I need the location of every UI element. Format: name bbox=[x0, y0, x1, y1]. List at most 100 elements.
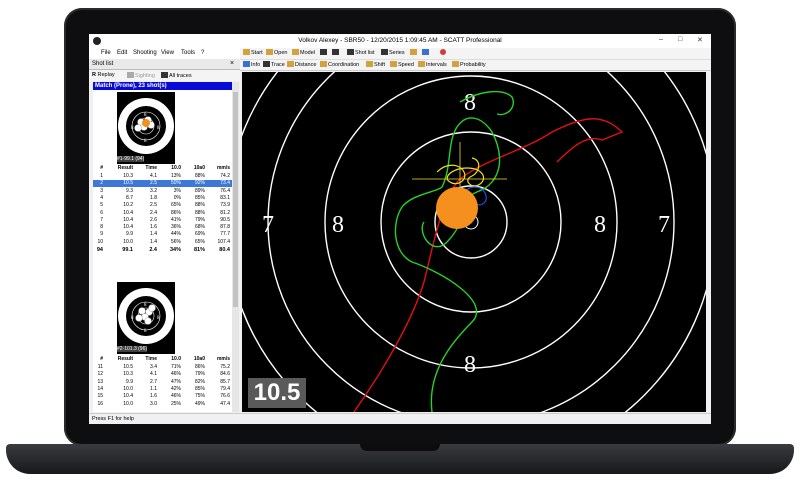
panel-close-button[interactable]: × bbox=[230, 60, 234, 67]
table-cell: 3 bbox=[100, 187, 103, 194]
window-title: Volkov Alexey - SBR50 - 12/20/2015 1:09:… bbox=[298, 37, 502, 44]
speed-tab[interactable]: Speed bbox=[390, 61, 414, 68]
probability-tab[interactable]: Probability bbox=[452, 61, 486, 68]
sighting-button[interactable]: Sighting bbox=[127, 72, 155, 79]
series-1-target[interactable]: 8 8 8 8 #1-99.1 (94) bbox=[117, 92, 175, 164]
table-row[interactable]: 7 10.4 2.6 41% 79% 90.5 bbox=[93, 217, 232, 224]
all-traces-button[interactable]: All traces bbox=[161, 72, 192, 79]
table-cell: 4.1 bbox=[150, 173, 157, 179]
table-cell: 86% bbox=[194, 364, 205, 370]
gear-icon bbox=[332, 49, 339, 55]
table-cell: 1 bbox=[100, 173, 103, 179]
table-cell: 73.9 bbox=[220, 202, 230, 209]
table-cell: 41% bbox=[170, 216, 181, 223]
col-speed: mm/s bbox=[216, 165, 230, 171]
minimize-button[interactable]: – bbox=[659, 36, 663, 43]
stop-button[interactable] bbox=[440, 49, 447, 56]
col-result: Result bbox=[117, 165, 133, 171]
export-button[interactable] bbox=[410, 49, 418, 56]
close-button[interactable]: ✕ bbox=[697, 36, 703, 44]
camera-icon bbox=[422, 49, 429, 55]
table-cell: 1.4 bbox=[150, 231, 157, 238]
table-row[interactable]: 1 10.3 4.1 13% 88% 74.2 bbox=[93, 173, 232, 180]
table-row[interactable]: 15 10.4 1.6 46% 75% 76.6 bbox=[93, 393, 232, 400]
table-row[interactable]: 12 10.3 4.1 46% 79% 84.6 bbox=[93, 371, 232, 378]
main-toolbar: Start Open Model Shot list Series bbox=[240, 48, 711, 60]
settings-button[interactable] bbox=[332, 49, 340, 56]
table-row[interactable]: 4 8.7 1.8 0% 85% 83.1 bbox=[93, 195, 232, 202]
table-row[interactable]: 16 10.0 3.0 25% 49% 47.4 bbox=[93, 401, 232, 408]
menu-shooting[interactable]: Shooting bbox=[133, 50, 157, 56]
model-button[interactable]: Model bbox=[292, 49, 315, 56]
trace-tab[interactable]: Trace bbox=[263, 61, 285, 68]
coordination-label: Coordination bbox=[328, 62, 360, 68]
menu-tools[interactable]: Tools bbox=[181, 50, 195, 56]
model-label: Model bbox=[300, 50, 315, 56]
distance-icon bbox=[287, 61, 294, 67]
panel-toolbar: R Replay Sighting All traces bbox=[89, 70, 240, 81]
table-cell: 90.5 bbox=[220, 216, 230, 223]
shift-tab[interactable]: Shift bbox=[366, 61, 385, 68]
table-cell: 75.2 bbox=[220, 364, 230, 370]
table-cell: 92% bbox=[194, 180, 205, 187]
table-cell: 2.4 bbox=[150, 209, 157, 216]
table-cell: 25% bbox=[170, 400, 181, 407]
series-2-target[interactable]: 8 8 8 8 #2-101.3 (96) bbox=[117, 282, 175, 354]
table-cell: 2.5 bbox=[150, 180, 157, 187]
menu-file[interactable]: File bbox=[101, 50, 111, 56]
series-label: Series bbox=[389, 50, 405, 56]
table-row[interactable]: 13 9.9 2.7 47% 82% 85.7 bbox=[93, 379, 232, 386]
table-row[interactable]: 10 10.0 1.4 56% 65% 107.4 bbox=[93, 239, 232, 246]
table-cell: 10 bbox=[97, 238, 103, 245]
menu-help[interactable]: ? bbox=[201, 50, 204, 56]
series-1-target-graphic: 8 8 8 8 bbox=[118, 98, 174, 154]
maximize-button[interactable]: □ bbox=[678, 36, 682, 43]
shot-list-button[interactable]: Shot list bbox=[347, 49, 375, 56]
table-cell: 4.1 bbox=[150, 371, 157, 378]
model-icon bbox=[292, 49, 299, 55]
coordination-tab[interactable]: Coordination bbox=[320, 61, 359, 68]
col-number: # bbox=[100, 356, 103, 362]
table-cell: 10.5 bbox=[123, 180, 133, 187]
table-row[interactable]: 5 10.2 2.5 65% 88% 73.9 bbox=[93, 202, 232, 209]
match-header[interactable]: Match (Prone), 23 shot(s) bbox=[93, 82, 234, 90]
table-row[interactable]: 9 9.9 1.4 44% 69% 77.7 bbox=[93, 231, 232, 238]
table-row[interactable]: 6 10.4 2.4 86% 88% 81.2 bbox=[93, 210, 232, 217]
table-row[interactable]: 11 10.5 3.4 71% 86% 75.2 bbox=[93, 364, 232, 371]
table-cell: 79% bbox=[194, 371, 205, 378]
print-button[interactable] bbox=[320, 49, 328, 56]
grid-icon bbox=[381, 49, 388, 55]
stop-icon bbox=[440, 49, 446, 55]
status-bar: Press F1 for help bbox=[89, 413, 711, 424]
scroll-thumb[interactable] bbox=[233, 92, 238, 307]
shot-list-scrollbar[interactable] bbox=[232, 82, 239, 412]
table-cell: 87.8 bbox=[220, 224, 230, 231]
menu-view[interactable]: View bbox=[161, 50, 174, 56]
table-row[interactable]: 8 10.4 1.6 36% 68% 87.8 bbox=[93, 224, 232, 231]
distance-tab[interactable]: Distance bbox=[287, 61, 316, 68]
series-2-target-graphic: 8 8 8 8 bbox=[118, 288, 174, 344]
intervals-tab[interactable]: Intervals bbox=[418, 61, 447, 68]
table-cell: 68% bbox=[194, 224, 205, 231]
table-cell: 3.2 bbox=[150, 187, 157, 194]
series-button[interactable]: Series bbox=[381, 49, 405, 56]
table-row[interactable]: 2 10.5 2.5 50% 92% 73.4 bbox=[93, 180, 232, 188]
camera-button[interactable] bbox=[422, 49, 430, 56]
table-row[interactable]: 3 9.3 3.2 3% 89% 76.4 bbox=[93, 188, 232, 195]
col-time: Time bbox=[145, 165, 157, 171]
info-icon bbox=[243, 61, 250, 67]
table-cell: 8 bbox=[100, 224, 103, 231]
table-row[interactable]: 14 10.0 1.1 42% 85% 79.4 bbox=[93, 386, 232, 393]
table-cell: 14 bbox=[97, 385, 103, 392]
open-button[interactable]: Open bbox=[266, 49, 287, 56]
menu-edit[interactable]: Edit bbox=[117, 50, 127, 56]
start-button[interactable]: Start bbox=[243, 49, 263, 56]
target-view[interactable]: 7 8 8 7 8 8 bbox=[242, 72, 706, 412]
traces-icon bbox=[161, 72, 168, 78]
table-cell: 10.0 bbox=[123, 238, 133, 245]
info-tab[interactable]: Info bbox=[243, 61, 260, 68]
series-1-total: 94 99.1 2.4 34% 81% 80.4 bbox=[93, 247, 232, 254]
replay-button[interactable]: R Replay bbox=[92, 72, 115, 78]
table-cell: 5 bbox=[100, 202, 103, 209]
start-icon bbox=[243, 49, 250, 55]
